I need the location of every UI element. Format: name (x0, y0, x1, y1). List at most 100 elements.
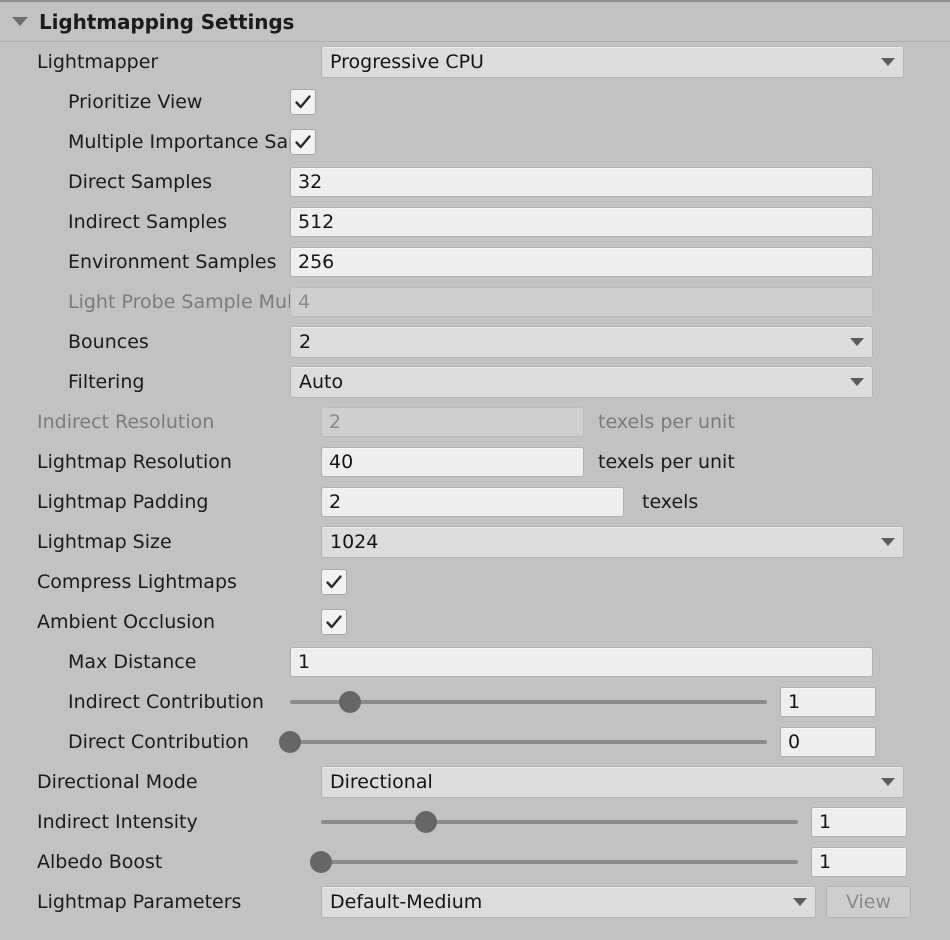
control-lightmap-parameters: Default-Medium View (321, 882, 950, 922)
lightmapper-dropdown[interactable]: Progressive CPU (321, 46, 904, 78)
row-direct-samples: Direct Samples 32 (0, 162, 950, 202)
ambient-occlusion-checkbox[interactable] (321, 609, 347, 635)
row-ambient-occlusion: Ambient Occlusion (0, 602, 950, 642)
slider-handle[interactable] (338, 691, 361, 713)
control-ambient-occlusion (321, 602, 950, 642)
control-indirect-intensity: 1 (321, 802, 950, 842)
label-directional-mode: Directional Mode (37, 771, 198, 793)
row-directional-mode: Directional Mode Directional (0, 762, 950, 802)
lightmapper-dropdown-value: Progressive CPU (330, 51, 484, 73)
control-environment-samples: 256 (290, 242, 950, 282)
slider-track (321, 860, 798, 864)
row-light-probe-sample-multiplier: Light Probe Sample Mul 4 (0, 282, 950, 322)
chevron-down-icon (881, 58, 895, 66)
row-lightmap-parameters: Lightmap Parameters Default-Medium View (0, 882, 950, 922)
label-indirect-resolution: Indirect Resolution (37, 411, 215, 433)
slider-handle[interactable] (414, 811, 437, 833)
prioritize-view-checkbox[interactable] (290, 89, 316, 115)
compress-lightmaps-checkbox[interactable] (321, 569, 347, 595)
check-icon (295, 95, 311, 109)
chevron-down-icon (850, 338, 864, 346)
panel-header[interactable]: Lightmapping Settings (0, 2, 950, 42)
label-lightmap-parameters: Lightmap Parameters (37, 891, 242, 913)
label-albedo-boost: Albedo Boost (37, 851, 163, 873)
label-environment-samples: Environment Samples (68, 251, 277, 273)
lightmap-padding-unit-label: texels (642, 491, 699, 513)
row-filtering: Filtering Auto (0, 362, 950, 402)
control-indirect-samples: 512 (290, 202, 950, 242)
view-button[interactable]: View (826, 886, 911, 918)
control-indirect-resolution: 2 texels per unit (321, 402, 950, 442)
label-ambient-occlusion: Ambient Occlusion (37, 611, 216, 633)
label-indirect-samples: Indirect Samples (68, 211, 228, 233)
label-lightmapper: Lightmapper (37, 51, 159, 73)
direct-contribution-input[interactable]: 0 (780, 727, 876, 757)
label-lightmap-padding: Lightmap Padding (37, 491, 209, 513)
row-lightmap-padding: Lightmap Padding 2 texels (0, 482, 950, 522)
row-indirect-samples: Indirect Samples 512 (0, 202, 950, 242)
control-filtering: Auto (290, 362, 950, 402)
row-prioritize-view: Prioritize View (0, 82, 950, 122)
bounces-dropdown[interactable]: 2 (290, 326, 873, 358)
bounces-dropdown-value: 2 (299, 331, 312, 353)
multiple-importance-sampling-checkbox[interactable] (290, 129, 316, 155)
filtering-dropdown[interactable]: Auto (290, 366, 873, 398)
row-indirect-resolution: Indirect Resolution 2 texels per unit (0, 402, 950, 442)
check-icon (326, 575, 342, 589)
label-direct-contribution: Direct Contribution (68, 731, 249, 753)
lightmap-parameters-dropdown-value: Default-Medium (330, 891, 483, 913)
control-direct-contribution: 0 (279, 722, 950, 762)
chevron-down-icon (881, 778, 895, 786)
label-filtering: Filtering (68, 371, 145, 393)
light-probe-sample-multiplier-input: 4 (290, 287, 873, 317)
row-max-distance: Max Distance 1 (0, 642, 950, 682)
label-multiple-importance-sampling: Multiple Importance San (68, 131, 290, 153)
indirect-intensity-slider[interactable] (321, 809, 798, 835)
row-albedo-boost: Albedo Boost 1 (0, 842, 950, 882)
indirect-contribution-input[interactable]: 1 (780, 687, 876, 717)
row-lightmap-size: Lightmap Size 1024 (0, 522, 950, 562)
lightmap-padding-input[interactable]: 2 (321, 487, 624, 517)
indirect-samples-input[interactable]: 512 (290, 207, 873, 237)
slider-track (290, 700, 767, 704)
lightmap-parameters-dropdown[interactable]: Default-Medium (321, 886, 816, 918)
max-distance-input[interactable]: 1 (290, 647, 873, 677)
label-lightmap-resolution: Lightmap Resolution (37, 451, 232, 473)
control-lightmap-padding: 2 texels (321, 482, 950, 522)
control-max-distance: 1 (290, 642, 950, 682)
row-bounces: Bounces 2 (0, 322, 950, 362)
indirect-intensity-input[interactable]: 1 (811, 807, 907, 837)
label-prioritize-view: Prioritize View (68, 91, 203, 113)
lightmap-resolution-unit-label: texels per unit (598, 451, 735, 473)
albedo-boost-slider[interactable] (310, 849, 798, 875)
lightmapping-settings-panel: Lightmapping Settings Lightmapper Progre… (0, 0, 950, 940)
directional-mode-dropdown[interactable]: Directional (321, 766, 904, 798)
indirect-resolution-unit-label: texels per unit (598, 411, 735, 433)
slider-handle[interactable] (310, 851, 332, 873)
row-indirect-intensity: Indirect Intensity 1 (0, 802, 950, 842)
label-direct-samples: Direct Samples (68, 171, 213, 193)
label-max-distance: Max Distance (68, 651, 197, 673)
lightmap-resolution-input[interactable]: 40 (321, 447, 584, 477)
environment-samples-input[interactable]: 256 (290, 247, 873, 277)
lightmap-size-dropdown[interactable]: 1024 (321, 526, 904, 558)
directional-mode-dropdown-value: Directional (330, 771, 433, 793)
slider-handle[interactable] (279, 731, 301, 753)
filtering-dropdown-value: Auto (299, 371, 344, 393)
foldout-arrow-icon[interactable] (12, 17, 28, 26)
control-indirect-contribution: 1 (290, 682, 950, 722)
control-directional-mode: Directional (321, 762, 950, 802)
label-lightmap-size: Lightmap Size (37, 531, 172, 553)
control-compress-lightmaps (321, 562, 950, 602)
direct-samples-input[interactable]: 32 (290, 167, 873, 197)
label-indirect-contribution: Indirect Contribution (68, 691, 264, 713)
indirect-contribution-slider[interactable] (290, 689, 767, 715)
row-lightmapper: Lightmapper Progressive CPU (0, 42, 950, 82)
label-light-probe-sample-multiplier: Light Probe Sample Mul (68, 291, 290, 313)
direct-contribution-slider[interactable] (279, 729, 767, 755)
row-compress-lightmaps: Compress Lightmaps (0, 562, 950, 602)
control-lightmap-size: 1024 (321, 522, 950, 562)
albedo-boost-input[interactable]: 1 (811, 847, 907, 877)
row-direct-contribution: Direct Contribution 0 (0, 722, 950, 762)
control-prioritize-view (290, 82, 950, 122)
